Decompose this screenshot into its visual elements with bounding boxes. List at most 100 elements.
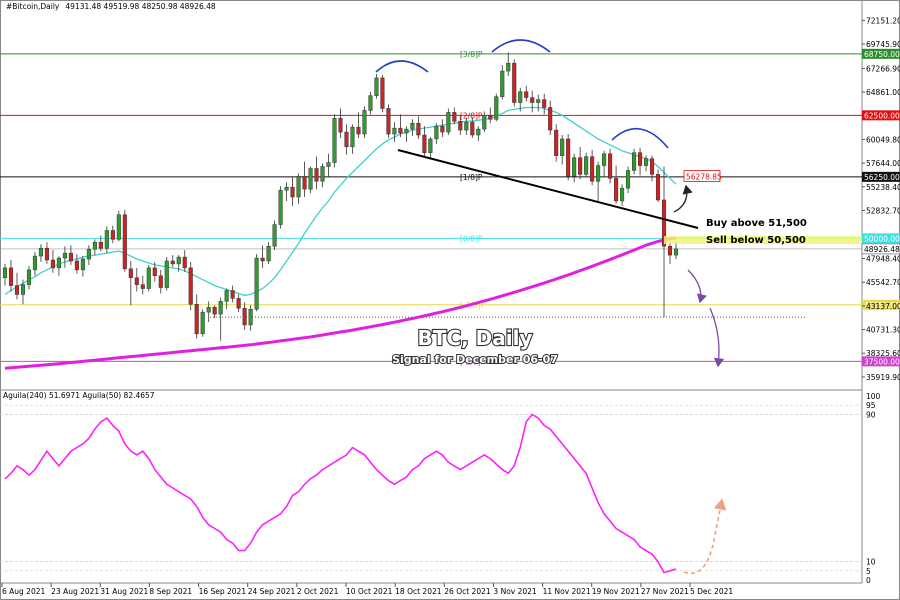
candle-body-73	[440, 125, 445, 133]
x-tick-label-3: 8 Sep 2021	[149, 587, 192, 596]
x-tick-label-5: 24 Sep 2021	[248, 587, 296, 596]
candle-body-18	[110, 230, 115, 240]
candle-body-26	[158, 275, 163, 288]
candle-body-104	[626, 170, 631, 189]
candle-body-36	[218, 301, 223, 315]
candle-body-88	[530, 97, 535, 103]
candle-body-33	[200, 311, 205, 335]
candle-body-56	[338, 118, 343, 133]
x-tick-label-1: 23 Aug 2021	[51, 587, 99, 596]
candle-body-46	[278, 189, 283, 225]
oscillator-line	[4, 413, 677, 574]
candle-body-84	[506, 62, 511, 72]
candle-body-10	[62, 252, 67, 259]
x-tick-label-8: 18 Oct 2021	[395, 587, 442, 596]
candle-body-106	[638, 152, 643, 166]
candle-body-92	[554, 129, 559, 156]
candle-body-41	[248, 308, 253, 326]
buy-arrow	[673, 184, 693, 213]
x-axis: 6 Aug 2021 23 Aug 2021 31 Aug 2021 8 Sep 20…	[1, 583, 733, 596]
candle-body-8	[50, 259, 55, 269]
candle-body-64	[386, 108, 391, 135]
candle-body-78	[470, 121, 475, 136]
candle-body-74	[446, 112, 451, 133]
candle-body-79	[476, 128, 481, 136]
candle-body-96	[578, 157, 583, 175]
y-tick-label-11: 47948.40	[866, 255, 900, 264]
candle-body-77	[464, 121, 469, 131]
x-tick-label-2: 31 Aug 2021	[100, 587, 148, 596]
candle-body-58	[350, 126, 355, 148]
candle-body-37	[224, 290, 229, 302]
candle-body-66	[398, 127, 403, 134]
y-axis: 72151.20 69745.90 67266.90 64861.00 60049.80…	[862, 16, 900, 382]
header-symbol: #Bitcoin,Daily 49131.48 49519.98 48250.98…	[6, 2, 216, 11]
candle-body-16	[98, 242, 103, 249]
candle-body-102	[614, 178, 619, 202]
level-tag-3: 50000.00	[864, 234, 900, 243]
candle-body-101	[608, 153, 613, 179]
candle-body-53	[320, 166, 325, 182]
candle-body-11	[68, 252, 73, 262]
candle-body-107	[643, 158, 649, 166]
candle-body-52	[314, 168, 319, 182]
candle-body-111	[667, 245, 673, 256]
osc-tick-label-2: 90	[866, 410, 876, 419]
candle-body-27	[164, 260, 169, 288]
candle-body-93	[560, 138, 565, 156]
candle-body-2	[14, 285, 20, 295]
candle-body-75	[452, 112, 457, 122]
candle-body-0	[2, 267, 8, 278]
current-price-tag: 48926.48	[864, 245, 900, 254]
candle-body-4	[26, 269, 32, 285]
x-tick-label-7: 10 Oct 2021	[346, 587, 393, 596]
candle-body-43	[260, 257, 265, 262]
oscillator-layer: 1009590 1050	[0, 392, 881, 585]
candle-body-3	[20, 284, 26, 295]
ma-slow-layer	[4, 236, 677, 370]
candle-body-31	[188, 267, 193, 305]
candle-body-60	[362, 110, 367, 135]
right-shoulder-arc	[611, 127, 669, 149]
candle-body-72	[434, 125, 439, 140]
candle-body-103	[620, 187, 625, 202]
ma-slow-line	[4, 236, 677, 370]
candle-body-99	[596, 165, 601, 182]
candle-body-87	[524, 91, 529, 98]
x-tick-label-14: 5 Dec 2021	[690, 587, 733, 596]
candle-body-94	[566, 138, 571, 177]
candle-body-55	[332, 118, 337, 163]
candle-body-91	[548, 107, 553, 131]
candle-body-67	[404, 128, 409, 134]
left-shoulder-arc	[375, 60, 429, 73]
y-tick-label-5: 60049.80	[866, 135, 900, 144]
osc-tick-label-4: 5	[866, 567, 871, 576]
candle-body-76	[458, 120, 463, 131]
candle-body-109	[655, 174, 661, 201]
candle-body-89	[536, 99, 541, 103]
buy-annotation: Buy above 51,500	[706, 218, 807, 229]
candle-body-5	[32, 255, 38, 271]
candle-body-85	[512, 62, 517, 103]
y-tick-label-9: 52832.70	[866, 206, 900, 215]
candle-body-1	[8, 267, 14, 286]
candle-body-42	[254, 257, 259, 310]
candle-body-47	[284, 186, 289, 191]
candle-body-38	[230, 290, 235, 299]
candle-body-50	[302, 176, 307, 190]
candle-body-69	[416, 122, 421, 136]
candle-body-21	[128, 268, 133, 278]
indicator-header: Aguila(240) 51.6971 Aguila(50) 82.4657	[3, 391, 155, 400]
x-tick-label-6: 2 Oct 2021	[297, 587, 339, 596]
candle-body-39	[236, 298, 241, 309]
outer-frame	[0, 0, 900, 600]
level-label-0: [3/8]P	[460, 50, 483, 59]
y-tick-label-3: 64861.00	[866, 88, 900, 97]
y-tick-label-0: 72151.20	[866, 16, 900, 25]
candle-body-98	[590, 156, 595, 182]
level-label-2: [1/8]P	[460, 173, 483, 182]
x-tick-label-12: 19 Nov 2021	[592, 587, 640, 596]
candle-body-97	[584, 156, 589, 175]
level-tag-5: 37500.00	[864, 357, 900, 366]
candle-body-7	[44, 247, 49, 261]
